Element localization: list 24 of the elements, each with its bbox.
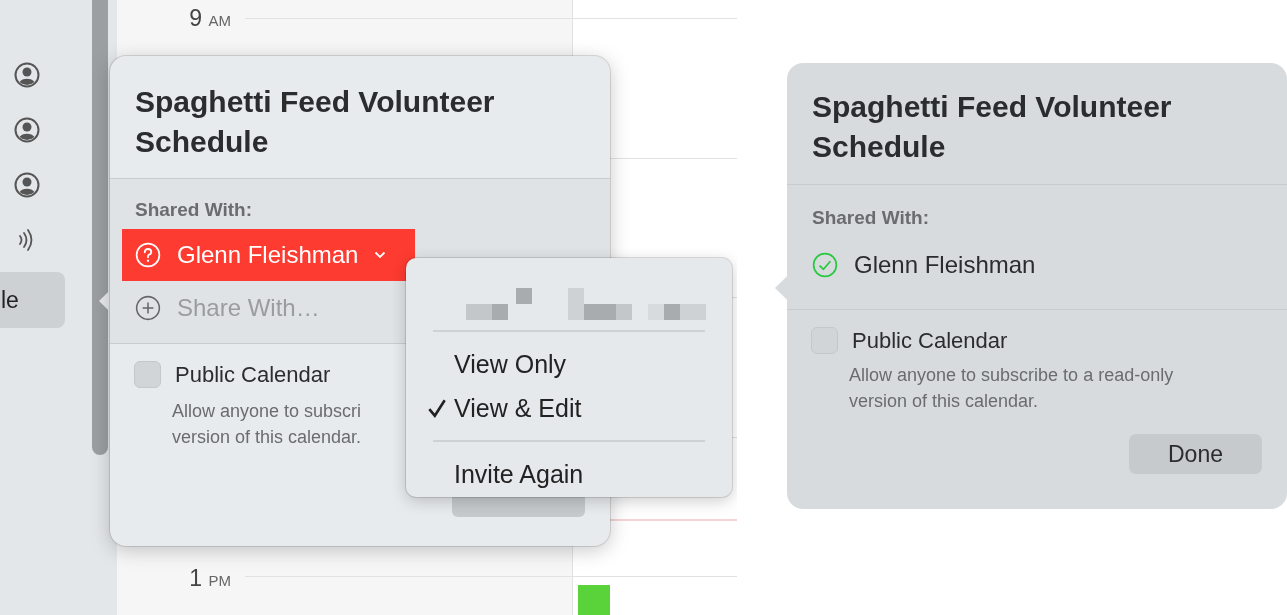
checkbox[interactable]: [134, 361, 161, 388]
time-label: 1 PM: [189, 565, 231, 592]
public-calendar-label: Public Calendar: [852, 327, 1008, 354]
menu-item[interactable]: Invite Again: [406, 452, 732, 496]
shared-with-label: Shared With:: [812, 207, 930, 230]
time-label: 9 AM: [189, 5, 231, 32]
description-text: Allow anyone to subscribe to a read-only: [849, 364, 1174, 387]
person-icon[interactable]: [14, 172, 40, 198]
chevron-icon: [374, 251, 387, 259]
person-icon[interactable]: [14, 62, 40, 88]
add-icon[interactable]: [135, 295, 161, 321]
scrollbar[interactable]: [92, 0, 108, 455]
shared-with-label: Shared With:: [135, 199, 253, 222]
invitee-item[interactable]: Glenn Fleishman: [799, 239, 1092, 291]
public-calendar-label: Public Calendar: [175, 361, 331, 388]
menu-item[interactable]: View Only: [406, 342, 732, 386]
description-text: Allow anyone to subscri: [172, 400, 362, 423]
sidebar-item[interactable]: le: [0, 272, 65, 328]
done-button[interactable]: Done: [1129, 434, 1262, 474]
invitee-item[interactable]: Glenn Fleishman: [122, 229, 415, 281]
description-text: version of this calendar.: [172, 426, 362, 449]
person-icon[interactable]: [14, 117, 40, 143]
menu-item[interactable]: View & Edit: [406, 386, 732, 430]
description-text: version of this calendar.: [849, 390, 1039, 413]
